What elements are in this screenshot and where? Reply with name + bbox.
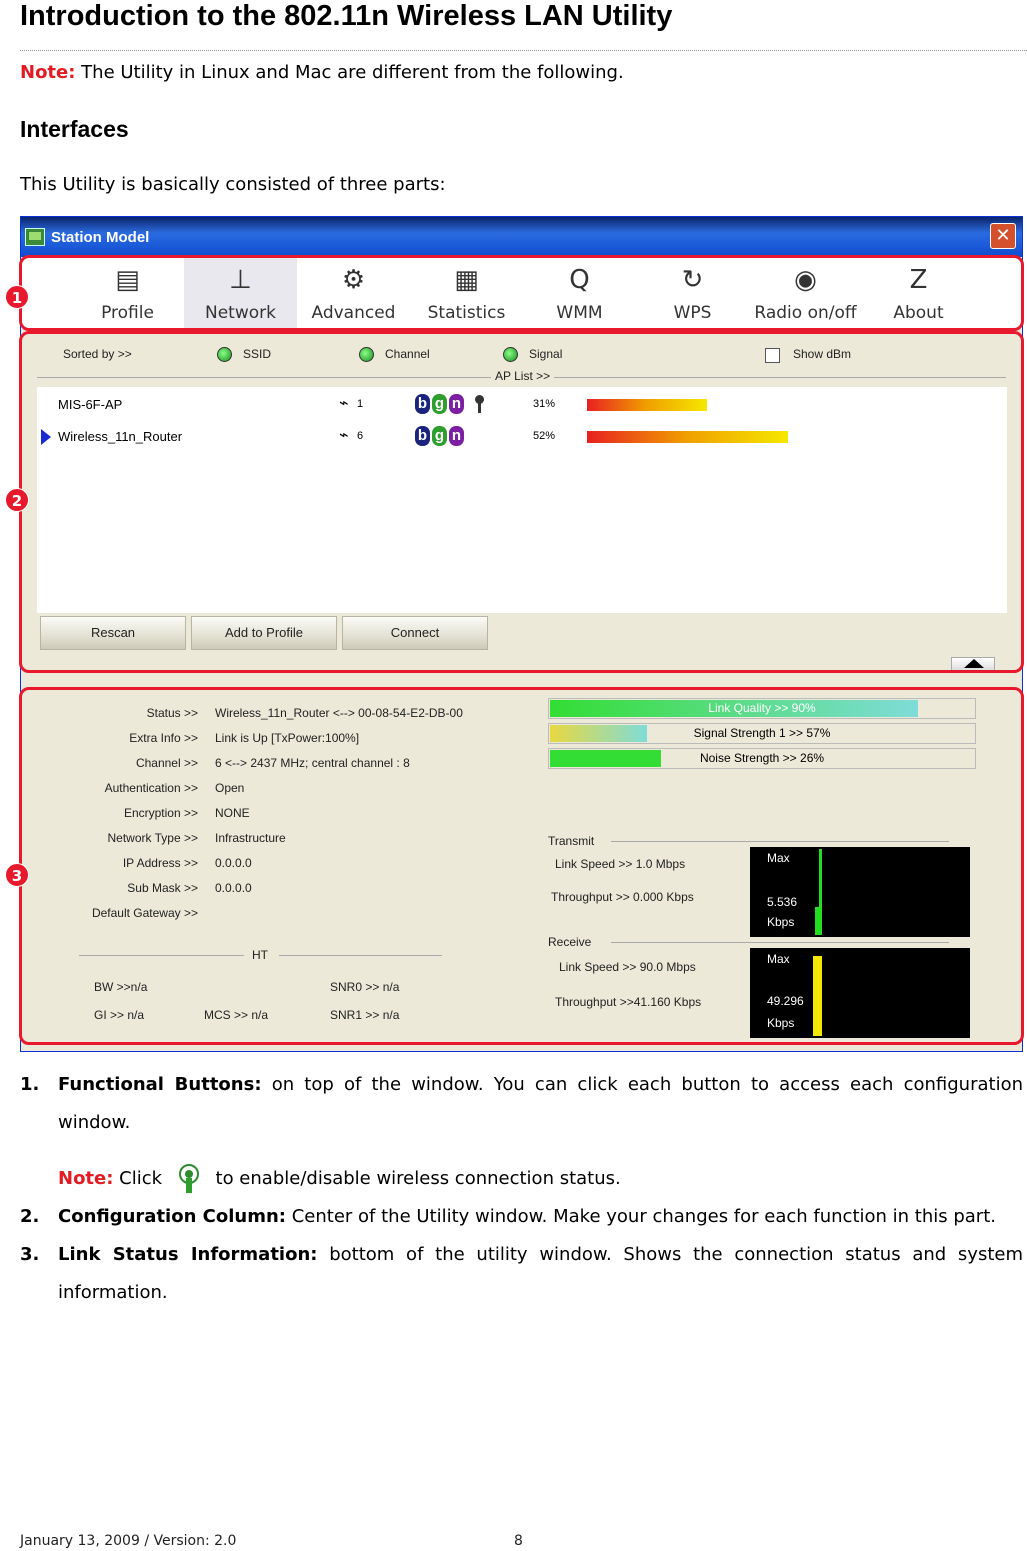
list-item: 1. Functional Buttons: on top of the wind… (20, 1066, 1023, 1142)
footer-version: January 13, 2009 / Version: 2.0 (20, 1533, 237, 1549)
radio-note-pre: Click (113, 1168, 168, 1189)
item-title: Link Status Information: (58, 1244, 318, 1265)
note-label: Note: (20, 62, 76, 83)
close-icon[interactable]: ✕ (990, 223, 1016, 249)
item-number: 3. (20, 1244, 40, 1265)
linux-mac-note: Note: The Utility in Linux and Mac are d… (20, 62, 624, 83)
functional-buttons-highlight (19, 255, 1024, 331)
page-title: Introduction to the 802.11n Wireless LAN… (20, 0, 673, 32)
window-title: Station Model (51, 228, 150, 246)
item-title: Configuration Column: (58, 1206, 287, 1227)
window-titlebar: Station Model ✕ (21, 217, 1022, 257)
list-item: 2. Configuration Column: Center of the Ut… (20, 1198, 1023, 1236)
radio-note-label: Note: (58, 1168, 114, 1189)
item-number: 1. (20, 1074, 40, 1095)
divider (20, 50, 1027, 51)
part-list: 1. Functional Buttons: on top of the wind… (20, 1066, 1023, 1312)
link-status-highlight (19, 687, 1024, 1045)
marker-3: 3 (5, 863, 29, 887)
item-text: Center of the Utility window. Make your … (286, 1206, 996, 1227)
item-title: Functional Buttons: (58, 1074, 262, 1095)
marker-2: 2 (5, 488, 29, 512)
list-item: 3. Link Status Information: bottom of the… (20, 1236, 1023, 1312)
radio-note: Note: Click to enable/disable wireless c… (20, 1160, 1023, 1198)
note-text: The Utility in Linux and Mac are differe… (75, 62, 624, 83)
marker-1: 1 (5, 285, 29, 309)
intro-text: This Utility is basically consisted of t… (20, 174, 446, 195)
radio-note-post: to enable/disable wireless connection st… (209, 1168, 621, 1189)
page-number: 8 (514, 1533, 523, 1549)
configuration-column-highlight (19, 331, 1024, 673)
item-number: 2. (20, 1206, 40, 1227)
app-icon (25, 228, 45, 246)
radio-antenna-icon (172, 1164, 206, 1194)
section-heading: Interfaces (20, 116, 129, 142)
utility-window: Station Model ✕ ▤ Profile ⊥ Network ⚙ Advance… (19, 216, 1024, 1052)
